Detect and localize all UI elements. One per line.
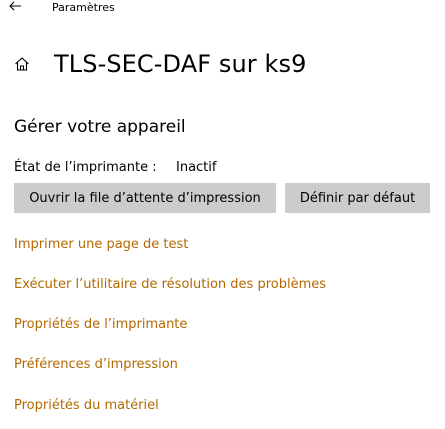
run-troubleshooter-link[interactable]: Exécuter l’utilitaire de résolution des …: [14, 277, 326, 292]
printer-status: État de l’imprimante : Inactif: [14, 160, 216, 175]
back-button[interactable]: [5, 0, 25, 15]
section-title: Gérer votre appareil: [14, 117, 186, 137]
status-label: État de l’imprimante :: [14, 160, 157, 175]
page-header: TLS-SEC-DAF sur ks9: [14, 49, 306, 79]
open-print-queue-button[interactable]: Ouvrir la file d’attente d’impression: [14, 183, 276, 213]
back-arrow-icon: [8, 0, 22, 15]
app-title: Paramètres: [52, 1, 115, 14]
printer-properties-link[interactable]: Propriétés de l’imprimante: [14, 317, 187, 332]
hardware-properties-link[interactable]: Propriétés du matériel: [14, 398, 159, 413]
home-icon: [14, 56, 30, 72]
set-default-button[interactable]: Définir par défaut: [285, 183, 430, 213]
printing-preferences-link[interactable]: Préférences d’impression: [14, 357, 178, 372]
print-test-page-link[interactable]: Imprimer une page de test: [14, 237, 188, 252]
status-value: Inactif: [176, 160, 217, 175]
title-bar: Paramètres: [0, 0, 445, 18]
page-title: TLS-SEC-DAF sur ks9: [54, 50, 307, 78]
action-buttons: Ouvrir la file d’attente d’impression Dé…: [14, 183, 430, 213]
